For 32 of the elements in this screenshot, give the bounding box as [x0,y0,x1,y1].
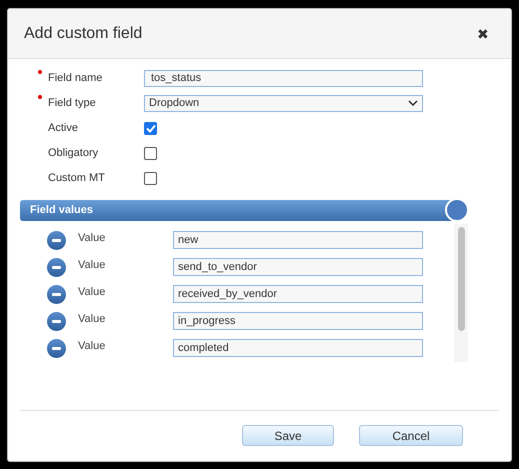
checkbox[interactable] [144,146,157,160]
field-label: Field type [48,96,96,111]
value-field[interactable]: send_to_vendor [173,258,423,276]
value-label: Value [78,258,106,273]
value-label: Value [78,231,106,246]
value-field[interactable]: new [173,231,423,249]
save-button[interactable]: Save [242,425,334,446]
field-label: Custom MT [48,170,105,186]
value-label: Value [78,285,106,300]
remove-icon[interactable] [47,258,66,276]
scrollbar-thumb[interactable] [458,227,465,331]
remove-icon[interactable] [47,338,66,358]
value-label: Value [78,339,106,354]
dialog-title: Add custom field [24,24,142,44]
checkbox[interactable] [144,172,157,184]
field-label: Obligatory [48,146,98,161]
remove-icon[interactable] [47,312,66,330]
value-field[interactable]: completed [173,339,423,357]
text-field[interactable]: tos_status [144,70,423,86]
dropdown-field[interactable]: Dropdown [144,94,423,112]
chevron-down-icon [408,100,418,106]
value-field[interactable]: in_progress [173,312,423,330]
field-label: Field name [48,70,102,86]
field-label: Active [48,120,78,136]
value-label: Value [78,312,106,327]
checkbox[interactable] [144,122,157,134]
cancel-button[interactable]: Cancel [359,425,463,446]
remove-icon[interactable] [47,284,66,304]
value-field[interactable]: received_by_vendor [173,285,423,303]
close-button[interactable]: ✖ [477,26,489,40]
section-title: Field values [30,203,93,218]
remove-icon[interactable] [47,230,66,250]
